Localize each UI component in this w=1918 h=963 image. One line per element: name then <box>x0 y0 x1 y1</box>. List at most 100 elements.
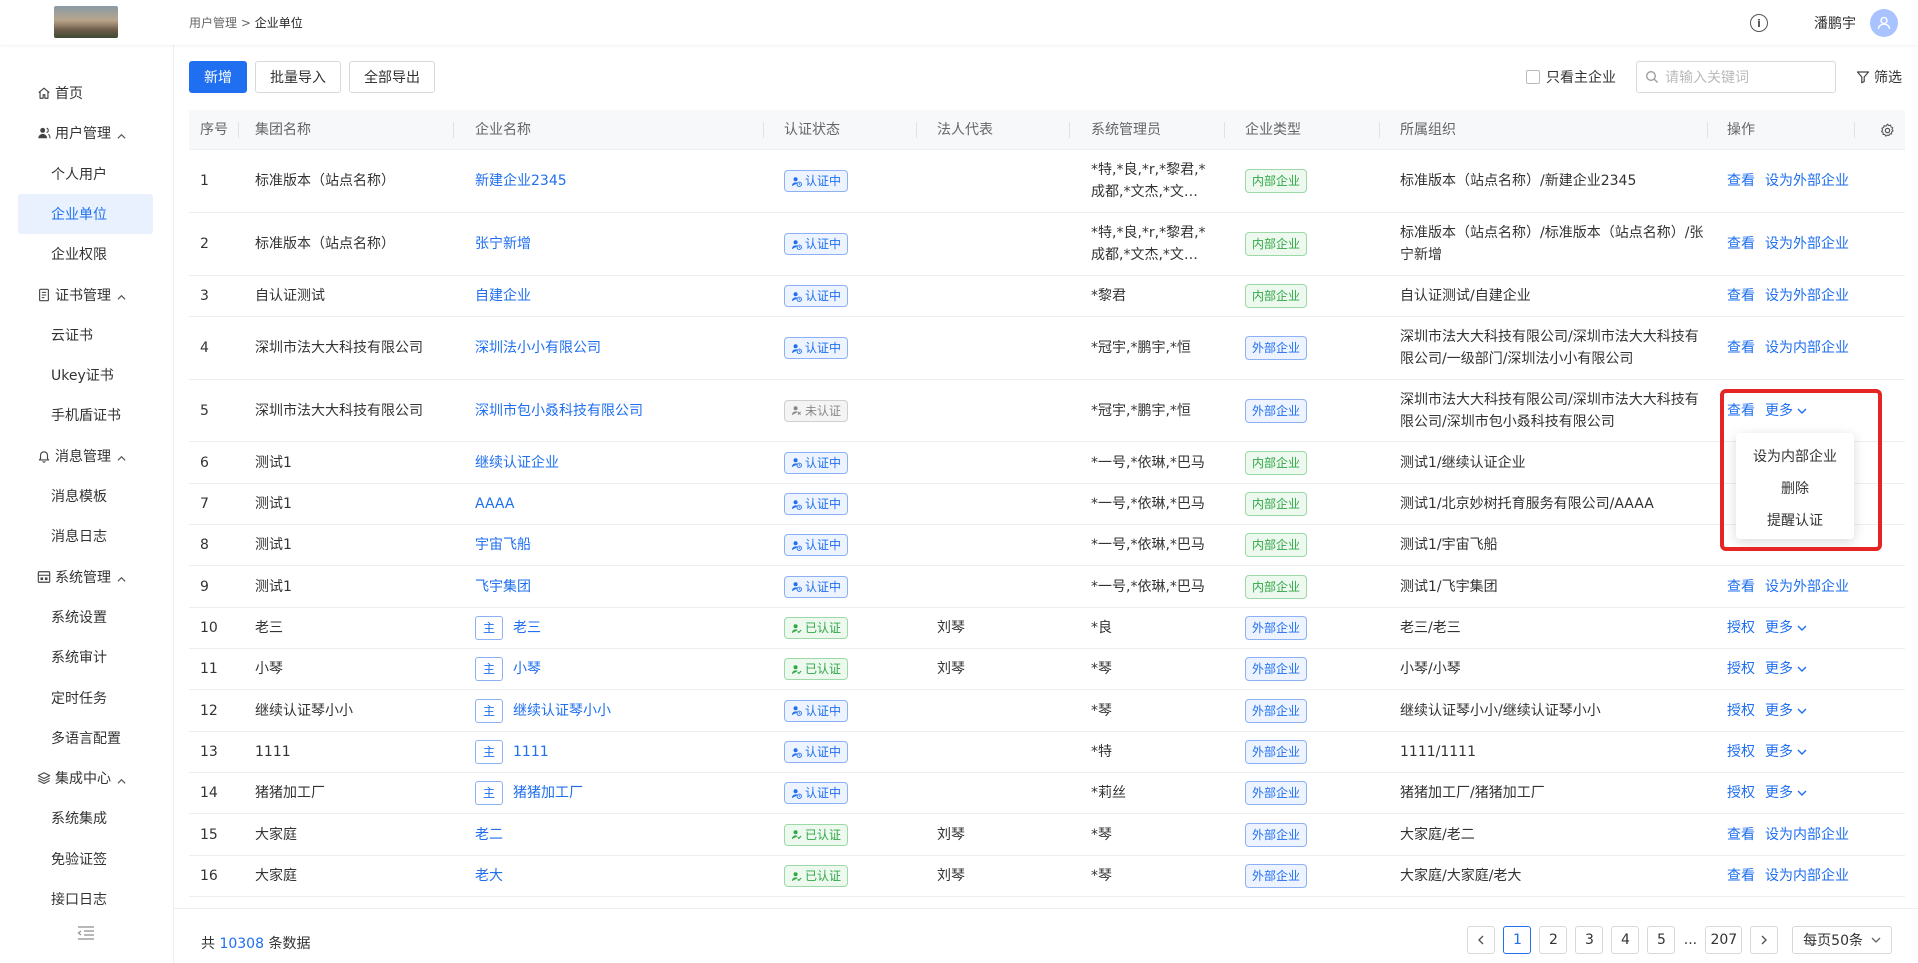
company-name-link[interactable]: 小琴 <box>513 658 541 680</box>
authorize-link[interactable]: 授权 <box>1727 658 1755 680</box>
column-header[interactable]: 集团名称 <box>244 110 311 150</box>
sidebar-item[interactable]: 多语言配置 <box>18 718 153 758</box>
company-name-link[interactable]: 飞宇集团 <box>475 576 531 598</box>
sidebar-item[interactable]: 手机盾证书 <box>18 395 153 435</box>
export-all-button[interactable]: 全部导出 <box>349 61 435 93</box>
remind-auth-option[interactable]: 提醒认证 <box>1736 505 1854 537</box>
sidebar-group[interactable]: 首页 <box>18 73 153 113</box>
sidebar-group[interactable]: 消息管理 <box>18 436 153 476</box>
delete-option[interactable]: 删除 <box>1736 473 1854 505</box>
view-link[interactable]: 查看 <box>1727 865 1755 887</box>
company-name-link[interactable]: 继续认证企业 <box>475 452 559 474</box>
view-link[interactable]: 查看 <box>1727 337 1755 359</box>
sidebar-item[interactable]: 系统设置 <box>18 597 153 637</box>
company-name-link[interactable]: 新建企业2345 <box>475 170 567 192</box>
view-link[interactable]: 查看 <box>1727 285 1755 307</box>
batch-import-button[interactable]: 批量导入 <box>255 61 341 93</box>
sidebar-item[interactable]: 免验证签 <box>18 839 153 879</box>
avatar[interactable] <box>1870 9 1898 37</box>
sidebar-group[interactable]: 证书管理 <box>18 275 153 315</box>
sidebar-group[interactable]: 系统管理 <box>18 557 153 597</box>
page-number-button[interactable]: 2 <box>1539 926 1568 954</box>
column-header[interactable]: 法人代表 <box>926 110 993 150</box>
prev-page-button[interactable] <box>1467 926 1496 954</box>
next-page-button[interactable] <box>1750 926 1779 954</box>
gear-icon[interactable] <box>1880 123 1895 138</box>
sidebar-item[interactable]: Ukey证书 <box>18 355 153 395</box>
company-name-link[interactable]: 老大 <box>475 865 503 887</box>
sidebar-item[interactable]: 定时任务 <box>18 678 153 718</box>
column-header[interactable]: 企业类型 <box>1234 110 1301 150</box>
company-name-link[interactable]: 自建企业 <box>475 285 531 307</box>
more-actions-button[interactable]: 更多 <box>1765 741 1807 763</box>
sidebar-item[interactable]: 接口日志 <box>18 879 153 919</box>
collapse-sidebar-icon[interactable] <box>76 925 96 941</box>
view-link[interactable]: 查看 <box>1727 824 1755 846</box>
company-name-link[interactable]: 继续认证琴小小 <box>513 700 611 722</box>
sidebar-item[interactable]: 消息日志 <box>18 516 153 556</box>
company-name-link[interactable]: 宇宙飞船 <box>475 534 531 556</box>
toggle-company-type-link[interactable]: 设为内部企业 <box>1765 865 1849 887</box>
checkbox-box[interactable] <box>1526 70 1540 84</box>
sidebar-item[interactable]: 企业单位 <box>18 193 153 234</box>
sidebar-item[interactable]: 消息模板 <box>18 476 153 516</box>
view-link[interactable]: 查看 <box>1727 400 1755 422</box>
info-icon[interactable]: i <box>1750 14 1768 32</box>
page-number-button[interactable]: 207 <box>1705 926 1743 954</box>
sidebar-item[interactable]: 个人用户 <box>18 154 153 194</box>
toggle-company-type-link[interactable]: 设为外部企业 <box>1765 285 1849 307</box>
breadcrumb-parent[interactable]: 用户管理 <box>189 16 237 30</box>
more-actions-button[interactable]: 更多 <box>1765 782 1807 804</box>
page-number-button[interactable]: 4 <box>1611 926 1640 954</box>
authorize-link[interactable]: 授权 <box>1727 782 1755 804</box>
toggle-company-type-link[interactable]: 设为外部企业 <box>1765 576 1849 598</box>
company-name-link[interactable]: 深圳市包小叒科技有限公司 <box>475 400 643 422</box>
filter-button[interactable]: 筛选 <box>1856 67 1902 87</box>
view-link[interactable]: 查看 <box>1727 233 1755 255</box>
logo[interactable] <box>54 6 118 38</box>
column-header[interactable]: 企业名称 <box>464 110 531 150</box>
column-header[interactable]: 操作 <box>1716 110 1755 150</box>
sidebar-group[interactable]: 用户管理 <box>18 113 153 153</box>
authorize-link[interactable]: 授权 <box>1727 700 1755 722</box>
authorize-link[interactable]: 授权 <box>1727 741 1755 763</box>
sidebar-item[interactable]: 企业权限 <box>18 234 153 274</box>
toggle-company-type-link[interactable]: 设为外部企业 <box>1765 233 1849 255</box>
column-header[interactable]: 所属组织 <box>1389 110 1456 150</box>
company-name-link[interactable]: 老三 <box>513 617 541 639</box>
column-header[interactable]: 序号 <box>189 110 228 150</box>
toggle-company-type-link[interactable]: 设为内部企业 <box>1765 824 1849 846</box>
company-name-link[interactable]: 张宁新增 <box>475 233 531 255</box>
sidebar-item[interactable]: 系统集成 <box>18 798 153 838</box>
company-name-link[interactable]: 猪猪加工厂 <box>513 782 583 804</box>
more-actions-button[interactable]: 更多 <box>1765 658 1807 680</box>
more-actions-button[interactable]: 更多 <box>1765 617 1807 639</box>
company-name-link[interactable]: 老二 <box>475 824 503 846</box>
company-name-link[interactable]: 深圳法小小有限公司 <box>475 337 601 359</box>
sidebar-item[interactable]: 云证书 <box>18 315 153 355</box>
more-actions-button[interactable]: 更多 <box>1765 400 1807 422</box>
view-link[interactable]: 查看 <box>1727 170 1755 192</box>
column-header[interactable]: 认证状态 <box>773 110 840 150</box>
company-name-link[interactable]: AAAA <box>475 493 514 515</box>
set-internal-company-option[interactable]: 设为内部企业 <box>1736 441 1854 473</box>
search-input[interactable]: 请输入关键词 <box>1636 61 1836 93</box>
auth-status-cell: 认证中 <box>773 484 849 524</box>
only-main-company-checkbox[interactable]: 只看主企业 <box>1526 67 1616 87</box>
add-button[interactable]: 新增 <box>189 61 247 93</box>
sidebar-group[interactable]: 集成中心 <box>18 758 153 798</box>
more-actions-button[interactable]: 更多 <box>1765 700 1807 722</box>
page-number-button[interactable]: 5 <box>1647 926 1676 954</box>
page-size-select[interactable]: 每页50条 <box>1792 926 1892 954</box>
toggle-company-type-link[interactable]: 设为外部企业 <box>1765 170 1849 192</box>
authorize-link[interactable]: 授权 <box>1727 617 1755 639</box>
username[interactable]: 潘鹏宇 <box>1814 13 1856 33</box>
page-number-button[interactable]: 1 <box>1503 926 1532 954</box>
view-link[interactable]: 查看 <box>1727 576 1755 598</box>
toggle-company-type-link[interactable]: 设为内部企业 <box>1765 337 1849 359</box>
sidebar-item[interactable]: 系统审计 <box>18 637 153 677</box>
page-number-button[interactable]: 3 <box>1575 926 1604 954</box>
row-number: 16 <box>200 868 218 884</box>
company-name-link[interactable]: 1111 <box>513 741 549 763</box>
column-header[interactable]: 系统管理员 <box>1080 110 1161 150</box>
